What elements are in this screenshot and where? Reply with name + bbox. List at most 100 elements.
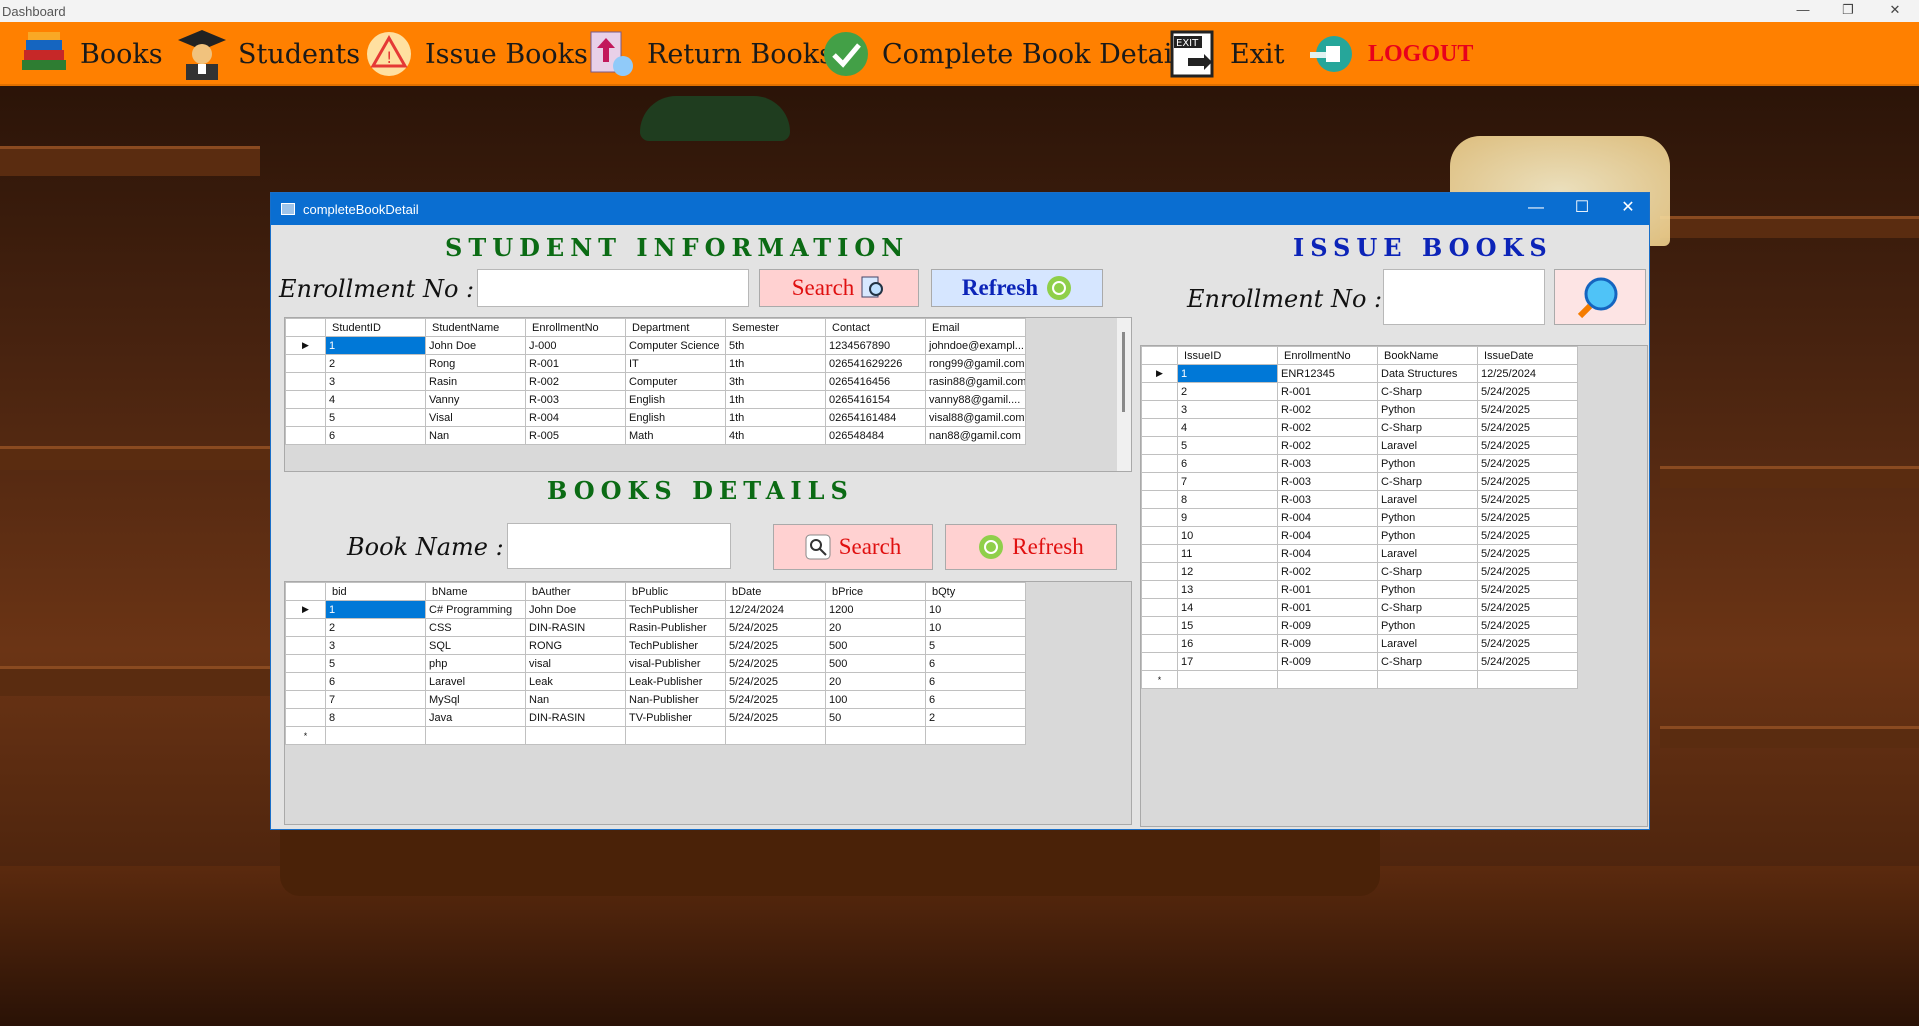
issue-cell[interactable]: Laravel xyxy=(1377,544,1478,563)
issue-cell[interactable]: 14 xyxy=(1177,598,1278,617)
row-header-cell[interactable] xyxy=(285,426,326,445)
issue-cell[interactable]: 5/24/2025 xyxy=(1477,544,1578,563)
issue-cell[interactable]: 5/24/2025 xyxy=(1477,436,1578,455)
issue-cell[interactable]: 5/24/2025 xyxy=(1477,598,1578,617)
student-cell[interactable]: rong99@gamil.com xyxy=(925,354,1026,373)
issue-cell[interactable]: 5/24/2025 xyxy=(1477,634,1578,653)
student-cell[interactable]: visal88@gamil.com xyxy=(925,408,1026,427)
issue-cell[interactable]: 10 xyxy=(1177,526,1278,545)
student-cell[interactable]: Nan xyxy=(425,426,526,445)
row-header-cell[interactable] xyxy=(285,618,326,637)
row-header-cell[interactable] xyxy=(285,390,326,409)
books-cell[interactable]: 5/24/2025 xyxy=(725,618,826,637)
student-cell[interactable]: Rong xyxy=(425,354,526,373)
row-header-cell[interactable] xyxy=(1141,382,1178,401)
issue-cell[interactable]: 3 xyxy=(1177,400,1278,419)
books-row[interactable]: 5 php visal visal-Publisher 5/24/2025 500 6 xyxy=(285,654,1026,673)
books-cell[interactable]: 1200 xyxy=(825,600,926,619)
books-cell[interactable]: SQL xyxy=(425,636,526,655)
issue-cell[interactable]: R-004 xyxy=(1277,544,1378,563)
student-cell[interactable]: Computer xyxy=(625,372,726,391)
issue-cell[interactable]: R-001 xyxy=(1277,580,1378,599)
issue-cell[interactable]: 9 xyxy=(1177,508,1278,527)
books-cell[interactable]: RONG xyxy=(525,636,626,655)
issue-col-header[interactable]: BookName xyxy=(1377,346,1478,365)
books-cell[interactable]: DIN-RASIN xyxy=(525,618,626,637)
books-cell[interactable]: Laravel xyxy=(425,672,526,691)
books-col-header[interactable]: bDate xyxy=(725,582,826,601)
row-header-cell[interactable] xyxy=(1141,580,1178,599)
books-row[interactable]: 3 SQL RONG TechPublisher 5/24/2025 500 5 xyxy=(285,636,1026,655)
row-header-cell[interactable] xyxy=(285,654,326,673)
issue-new-row[interactable]: * xyxy=(1141,670,1578,689)
books-cell[interactable]: Leak xyxy=(525,672,626,691)
student-cell[interactable]: English xyxy=(625,408,726,427)
issue-cell[interactable]: Python xyxy=(1377,580,1478,599)
books-cell[interactable]: C# Programming xyxy=(425,600,526,619)
issue-cell[interactable]: C-Sharp xyxy=(1377,562,1478,581)
issue-cell[interactable]: 5/24/2025 xyxy=(1477,454,1578,473)
issue-cell[interactable]: 12 xyxy=(1177,562,1278,581)
books-cell[interactable]: 12/24/2024 xyxy=(725,600,826,619)
student-row[interactable]: ▶ 1 John Doe J-000 Computer Science 5th 123456… xyxy=(285,336,1026,355)
books-cell[interactable]: 1 xyxy=(325,600,426,619)
issue-cell[interactable]: Laravel xyxy=(1377,634,1478,653)
issue-cell[interactable]: R-003 xyxy=(1277,454,1378,473)
student-cell[interactable]: 5th xyxy=(725,336,826,355)
books-cell[interactable]: MySql xyxy=(425,690,526,709)
books-cell[interactable]: John Doe xyxy=(525,600,626,619)
book-search-button[interactable]: Search xyxy=(773,524,933,570)
books-col-header[interactable]: bPublic xyxy=(625,582,726,601)
book-name-input[interactable] xyxy=(507,523,731,569)
student-enroll-input[interactable] xyxy=(477,269,749,307)
student-cell[interactable]: R-003 xyxy=(525,390,626,409)
issue-cell[interactable]: Python xyxy=(1377,454,1478,473)
row-header-cell[interactable] xyxy=(285,372,326,391)
issue-cell[interactable]: 6 xyxy=(1177,454,1278,473)
books-cell[interactable] xyxy=(425,726,526,745)
issue-row[interactable]: 6 R-003 Python 5/24/2025 xyxy=(1141,454,1578,473)
issue-cell[interactable]: 13 xyxy=(1177,580,1278,599)
issue-cell[interactable]: 2 xyxy=(1177,382,1278,401)
issue-cell[interactable]: R-002 xyxy=(1277,562,1378,581)
books-cell[interactable]: Nan xyxy=(525,690,626,709)
row-header-cell[interactable] xyxy=(1141,526,1178,545)
books-col-header[interactable]: bAuther xyxy=(525,582,626,601)
issue-cell[interactable]: 5/24/2025 xyxy=(1477,382,1578,401)
issue-cell[interactable]: 5 xyxy=(1177,436,1278,455)
issue-cell[interactable]: Python xyxy=(1377,400,1478,419)
issue-row[interactable]: ▶ 1 ENR12345 Data Structures 12/25/2024 xyxy=(1141,364,1578,383)
books-cell[interactable]: 3 xyxy=(325,636,426,655)
student-cell[interactable]: R-001 xyxy=(525,354,626,373)
issue-cell[interactable]: 5/24/2025 xyxy=(1477,562,1578,581)
books-cell[interactable]: 500 xyxy=(825,654,926,673)
row-header-cell[interactable] xyxy=(1141,562,1178,581)
issue-cell[interactable]: Data Structures xyxy=(1377,364,1478,383)
books-cell[interactable]: CSS xyxy=(425,618,526,637)
student-cell[interactable]: R-002 xyxy=(525,372,626,391)
issue-cell[interactable]: 5/24/2025 xyxy=(1477,472,1578,491)
close-button[interactable]: ✕ xyxy=(1877,0,1913,22)
issue-cell[interactable]: C-Sharp xyxy=(1377,382,1478,401)
issue-cell[interactable]: C-Sharp xyxy=(1377,598,1478,617)
student-cell[interactable]: 02654161484 xyxy=(825,408,926,427)
row-header-cell[interactable] xyxy=(1141,454,1178,473)
issue-cell[interactable]: R-003 xyxy=(1277,472,1378,491)
books-cell[interactable]: 6 xyxy=(925,690,1026,709)
books-cell[interactable]: 5/24/2025 xyxy=(725,672,826,691)
student-cell[interactable]: 0265416154 xyxy=(825,390,926,409)
issue-cell[interactable]: Laravel xyxy=(1377,436,1478,455)
minimize-button[interactable]: — xyxy=(1785,0,1821,22)
books-cell[interactable]: 5/24/2025 xyxy=(725,636,826,655)
student-cell[interactable]: 1234567890 xyxy=(825,336,926,355)
issue-cell[interactable]: R-009 xyxy=(1277,652,1378,671)
issue-cell[interactable]: R-003 xyxy=(1277,490,1378,509)
books-cell[interactable]: 6 xyxy=(925,672,1026,691)
issue-row[interactable]: 4 R-002 C-Sharp 5/24/2025 xyxy=(1141,418,1578,437)
books-cell[interactable] xyxy=(525,726,626,745)
student-refresh-button[interactable]: Refresh xyxy=(931,269,1103,307)
menu-books[interactable]: Books xyxy=(18,22,163,86)
issue-cell[interactable]: 7 xyxy=(1177,472,1278,491)
student-grid[interactable]: StudentID StudentName EnrollmentNo Departme… xyxy=(284,317,1132,472)
row-header-cell[interactable]: ▶ xyxy=(1141,364,1178,383)
